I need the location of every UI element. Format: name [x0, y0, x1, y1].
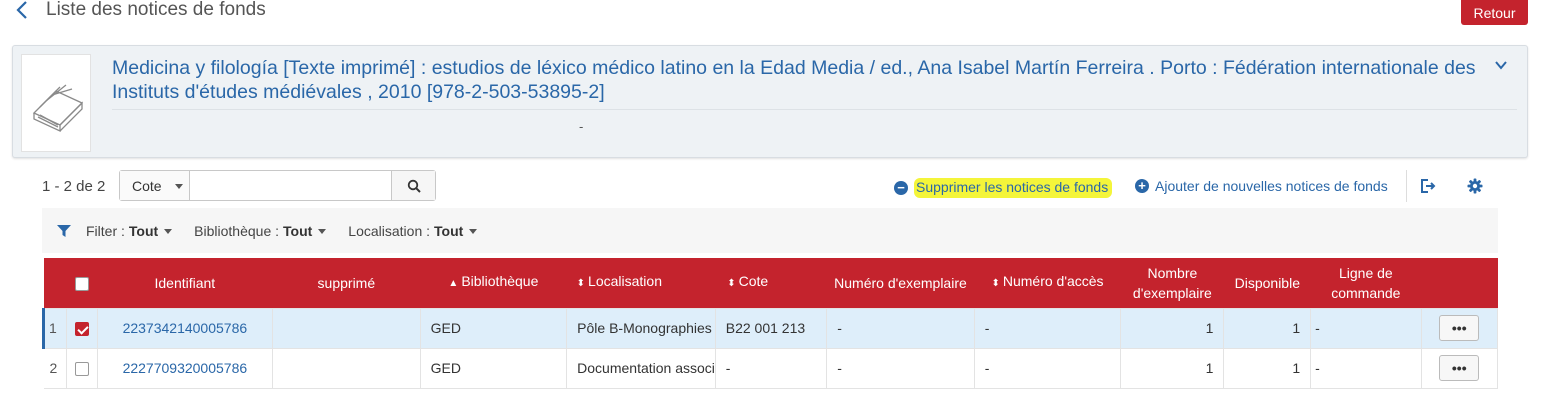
identifiant-link[interactable]: 2237342140005786	[96, 307, 274, 349]
numero-acces-cell: -	[973, 347, 1122, 389]
caret-down-icon	[318, 228, 327, 234]
result-count: 1 - 2 de 2	[42, 178, 106, 195]
filter-bar: Filter : Tout Bibliothèque : Tout Locali…	[42, 208, 1498, 253]
select-all-checkbox[interactable]	[74, 277, 89, 292]
caret-down-icon	[175, 184, 183, 189]
page-title: Liste des notices de fonds	[46, 0, 266, 20]
delete-holdings-label: Supprimer les notices de fonds	[914, 178, 1113, 198]
header-numero-exemplaire[interactable]: Numéro d'exemplaire	[827, 258, 975, 308]
header-cote[interactable]: ⬍ Cote	[715, 258, 826, 308]
header-localisation[interactable]: ⬍ Localisation	[567, 258, 716, 308]
filter-value: Tout	[128, 222, 159, 239]
record-thumbnail	[21, 54, 91, 152]
delete-holdings-link[interactable]: − Supprimer les notices de fonds	[894, 178, 1113, 198]
funnel-icon	[57, 224, 71, 237]
library-filter-dropdown[interactable]: Bibliothèque : Tout	[194, 222, 327, 239]
row-actions-button[interactable]: •••	[1439, 315, 1480, 341]
row-select-cell	[65, 347, 98, 389]
header-identifiant[interactable]: Identifiant	[97, 258, 272, 308]
header-cote-label: Cote	[738, 273, 769, 290]
supprime-cell	[272, 307, 421, 349]
supprime-cell	[272, 347, 421, 389]
plus-circle-icon: +	[1135, 179, 1149, 193]
sort-icon: ⬍	[576, 278, 586, 290]
row-number: 1	[42, 307, 67, 349]
record-title[interactable]: Medicina y filología [Texte imprimé] : e…	[112, 56, 1510, 104]
cote-cell: -	[714, 347, 828, 389]
header-disponible[interactable]: Disponible	[1224, 258, 1311, 308]
chevron-down-icon[interactable]	[1494, 58, 1508, 72]
header-bibliotheque[interactable]: ▲ Bibliothèque	[420, 258, 567, 308]
numero-exemplaire-cell: -	[826, 307, 975, 349]
numero-exemplaire-cell: -	[826, 347, 975, 389]
numero-acces-cell: -	[973, 307, 1122, 349]
location-filter-label: Localisation :	[348, 222, 431, 239]
row-select-cell	[65, 307, 98, 349]
localisation-cell: Documentation associée IRHT	[566, 347, 716, 389]
bibliotheque-cell: GED	[419, 307, 568, 349]
row-checkbox[interactable]	[74, 322, 89, 337]
ligne-commande-cell: -	[1310, 307, 1422, 349]
header-numero-acces-label: Numéro d'accès	[1002, 273, 1104, 290]
book-icon	[32, 84, 84, 133]
search-group: Cote	[119, 170, 436, 201]
table-row[interactable]: 1 2237342140005786 GED Pôle B-Monographi…	[42, 307, 1499, 349]
gear-icon[interactable]	[1466, 177, 1484, 195]
minus-circle-icon: −	[894, 181, 908, 195]
header-rownum	[44, 258, 67, 308]
holdings-table: Identifiant supprimé ▲ Bibliothèque ⬍ Loca…	[42, 258, 1499, 389]
header-actions	[1421, 258, 1497, 308]
record-divider	[112, 109, 1517, 110]
header-nombre-exemplaire[interactable]: Nombre d'exemplaire	[1121, 258, 1224, 308]
location-filter-value: Tout	[434, 222, 464, 239]
retour-button[interactable]: Retour	[1461, 0, 1528, 25]
disponible-cell: 1	[1223, 307, 1312, 349]
add-holdings-label: Ajouter de nouvelles notices de fonds	[1155, 178, 1388, 194]
nombre-exemplaire-cell: 1	[1120, 307, 1225, 349]
ligne-commande-cell: -	[1310, 347, 1422, 389]
location-filter-dropdown[interactable]: Localisation : Tout	[348, 222, 478, 239]
bib-record-card: Medicina y filología [Texte imprimé] : e…	[12, 45, 1528, 158]
filter-label: Filter :	[86, 222, 125, 239]
library-filter-label: Bibliothèque :	[194, 222, 280, 239]
export-icon[interactable]	[1419, 177, 1437, 195]
row-actions-button[interactable]: •••	[1439, 355, 1480, 381]
table-header-row: Identifiant supprimé ▲ Bibliothèque ⬍ Loca…	[43, 258, 1498, 308]
record-subline: -	[579, 119, 584, 134]
actions-cell: •••	[1420, 307, 1499, 349]
search-button[interactable]	[391, 171, 435, 200]
search-icon	[407, 179, 421, 193]
sort-icon: ⬍	[727, 278, 736, 290]
header-supprime[interactable]: supprimé	[273, 258, 421, 308]
identifiant-link[interactable]: 2227709320005786	[96, 347, 274, 389]
row-number: 2	[43, 347, 67, 389]
add-holdings-link[interactable]: + Ajouter de nouvelles notices de fonds	[1135, 178, 1388, 194]
table-row[interactable]: 2 2227709320005786 GED Documentation ass…	[43, 347, 1499, 389]
search-field-select[interactable]: Cote	[120, 171, 190, 200]
caret-down-icon	[164, 228, 173, 234]
cote-cell: B22 001 213	[714, 307, 828, 349]
localisation-cell: Pôle B-Monographies	[566, 307, 716, 349]
search-field-value: Cote	[132, 177, 162, 194]
header-select-all	[66, 258, 97, 308]
bibliotheque-cell: GED	[419, 347, 568, 389]
actions-cell: •••	[1420, 347, 1499, 389]
search-input[interactable]	[190, 171, 391, 200]
disponible-cell: 1	[1223, 347, 1312, 389]
sort-icon: ⬍	[991, 278, 1000, 290]
header-bibliotheque-label: Bibliothèque	[461, 273, 539, 290]
top-bar: Liste des notices de fonds Retour	[0, 0, 1541, 34]
header-localisation-label: Localisation	[588, 273, 662, 290]
nombre-exemplaire-cell: 1	[1120, 347, 1225, 389]
filter-dropdown[interactable]: Filter : Tout	[86, 222, 173, 239]
library-filter-value: Tout	[283, 222, 313, 239]
row-checkbox[interactable]	[74, 362, 89, 377]
caret-down-icon	[469, 228, 478, 234]
header-ligne-commande[interactable]: Ligne de commande	[1311, 258, 1421, 308]
toolbar-divider	[1406, 170, 1407, 202]
sort-asc-icon: ▲	[448, 278, 459, 290]
chevron-left-icon[interactable]	[14, 0, 32, 22]
header-numero-acces[interactable]: ⬍ Numéro d'accès	[974, 258, 1121, 308]
